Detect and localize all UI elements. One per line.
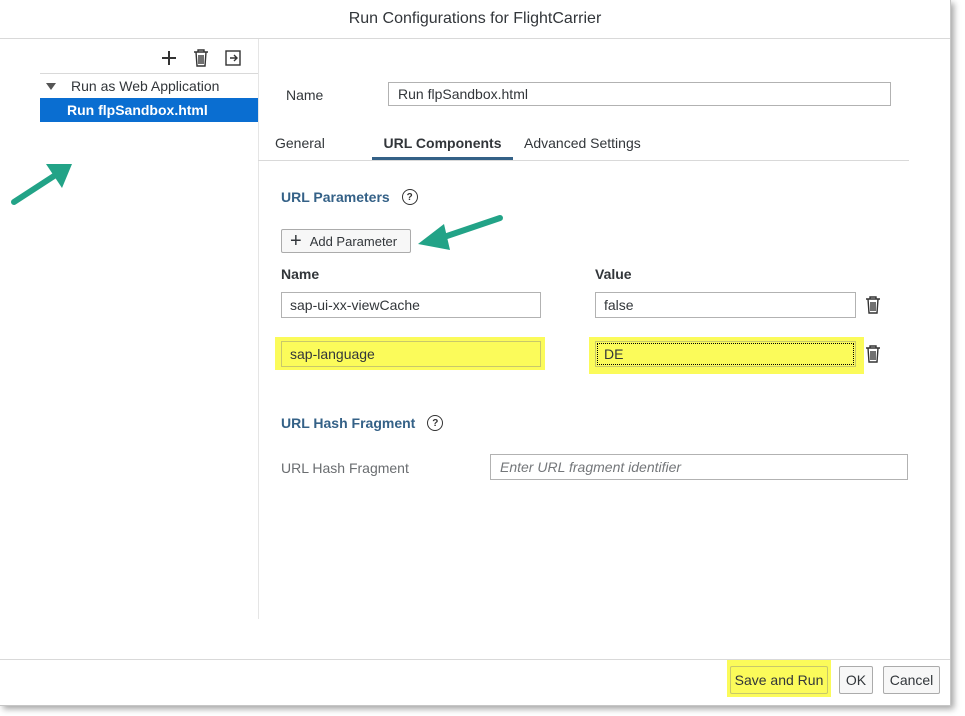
cancel-button[interactable]: Cancel bbox=[883, 666, 940, 694]
tab-url-components[interactable]: URL Components bbox=[372, 128, 513, 160]
tab-advanced-settings[interactable]: Advanced Settings bbox=[524, 128, 641, 158]
ok-button[interactable]: OK bbox=[839, 666, 873, 694]
plus-icon: + bbox=[290, 230, 302, 252]
tree-group-web-application[interactable]: Run as Web Application bbox=[40, 74, 258, 98]
url-parameters-title-text: URL Parameters bbox=[281, 189, 390, 205]
add-parameter-label: Add Parameter bbox=[309, 233, 398, 249]
config-tabs: General URL Components Advanced Settings bbox=[258, 128, 909, 161]
url-hash-title: URL Hash Fragment ? bbox=[281, 415, 444, 431]
delete-icon[interactable] bbox=[190, 47, 212, 69]
url-hash-input[interactable]: Enter URL fragment identifier bbox=[490, 454, 908, 480]
add-parameter-button[interactable]: + Add Parameter bbox=[281, 229, 411, 253]
url-parameters-title: URL Parameters ? bbox=[281, 189, 418, 205]
help-icon[interactable]: ? bbox=[427, 415, 444, 431]
configurations-pane bbox=[0, 39, 259, 619]
add-icon[interactable] bbox=[158, 47, 180, 69]
url-hash-label: URL Hash Fragment bbox=[281, 460, 409, 476]
save-and-run-button[interactable]: Save and Run bbox=[730, 666, 828, 694]
tree-item-selected[interactable]: Run flpSandbox.html bbox=[40, 98, 258, 122]
param-name-input[interactable]: sap-language bbox=[281, 341, 541, 367]
configuration-tree: Run as Web Application Run flpSandbox.ht… bbox=[40, 73, 258, 122]
config-name-label: Name bbox=[286, 87, 324, 103]
trash-icon[interactable] bbox=[865, 345, 881, 363]
duplicate-icon[interactable] bbox=[222, 47, 244, 69]
dialog-title: Run Configurations for FlightCarrier bbox=[0, 0, 950, 39]
param-name-input[interactable]: sap-ui-xx-viewCache bbox=[281, 292, 541, 318]
tree-group-label: Run as Web Application bbox=[71, 78, 220, 94]
callout-arrow-tree bbox=[11, 164, 72, 205]
param-name-header: Name bbox=[281, 266, 320, 282]
param-value-input[interactable]: DE bbox=[595, 341, 856, 367]
tab-general[interactable]: General bbox=[275, 128, 325, 158]
caret-down-icon[interactable] bbox=[46, 82, 56, 90]
url-hash-title-text: URL Hash Fragment bbox=[281, 415, 416, 431]
callout-arrow-add bbox=[418, 215, 503, 250]
param-value-input[interactable]: false bbox=[595, 292, 856, 318]
help-icon[interactable]: ? bbox=[401, 189, 418, 205]
trash-icon[interactable] bbox=[865, 296, 881, 314]
config-name-input[interactable]: Run flpSandbox.html bbox=[388, 82, 891, 106]
param-value-header: Value bbox=[595, 266, 632, 282]
